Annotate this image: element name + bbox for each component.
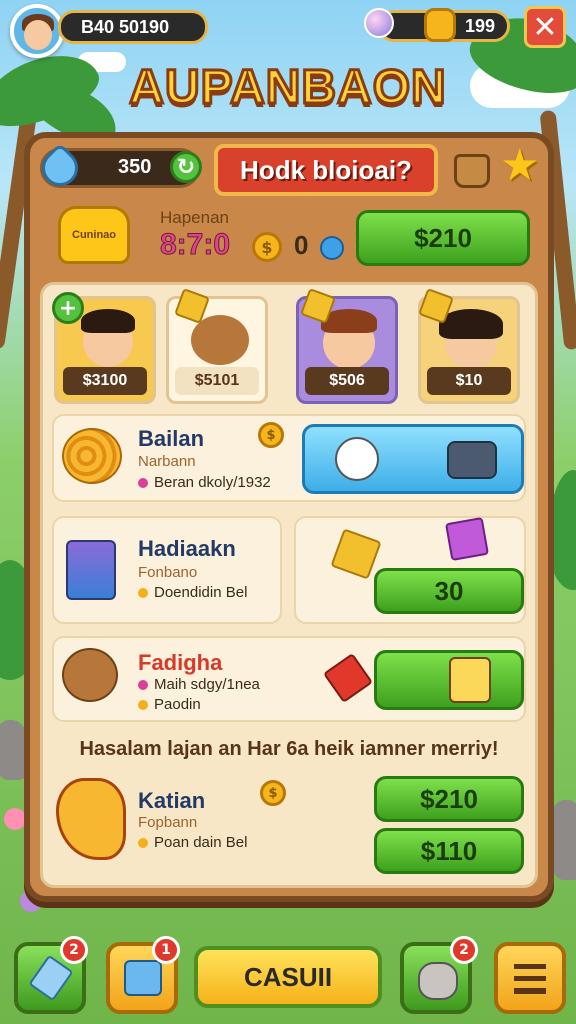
offer-buy-label: 30	[434, 575, 464, 606]
offer-subtitle: Maih sdgy/1nea	[138, 676, 260, 693]
promo-banner-text: Hasalam lajan an Har 6a heik iamner merr…	[79, 738, 499, 760]
offer-buy-label: $210	[420, 783, 478, 814]
buy-price-label: $210	[414, 222, 472, 253]
star-badge: Cuninao	[58, 206, 130, 264]
toast-character-icon	[449, 657, 491, 703]
close-button[interactable]: ✕	[524, 6, 566, 48]
coin-small-value: 0	[294, 230, 309, 260]
basket-icon[interactable]	[454, 154, 490, 188]
offer-subtitle-text: Maih sdgy/1nea	[154, 676, 260, 693]
coin-icon: $	[252, 232, 282, 262]
character-hair	[439, 309, 503, 339]
coin-icon: $	[258, 422, 284, 448]
offer-subtitle: Fopbann	[138, 814, 198, 831]
robot-icon	[124, 960, 162, 996]
offer-title: Hadiaakn	[138, 536, 236, 561]
offer-note-text: Beran dkoly/1932	[154, 474, 271, 491]
pet-cat-icon	[418, 962, 458, 1000]
energy-value: 350	[118, 156, 152, 178]
yellow-dot-icon	[138, 700, 148, 711]
player-avatar[interactable]	[10, 4, 64, 58]
camera-icon	[447, 441, 497, 479]
avatar-face	[24, 20, 52, 50]
offer-buy-button[interactable]: $110	[374, 828, 524, 874]
yellow-dot-icon	[138, 588, 148, 599]
offer-buy-label: $110	[420, 835, 478, 866]
gem-icon	[364, 8, 394, 38]
offer-subtitle: Narbann	[138, 453, 196, 470]
game-title: AUPANBAON	[128, 60, 447, 116]
snail-shell-icon	[62, 428, 122, 484]
flower	[4, 808, 26, 830]
character-price: $506	[305, 367, 389, 395]
buy-price-button[interactable]: $210	[356, 210, 530, 266]
offer-note: Beran dkoly/1932	[138, 474, 271, 491]
coin-icon: $	[260, 780, 286, 806]
add-character-button[interactable]: +	[52, 292, 84, 324]
offer-buy-button[interactable]: 30	[374, 568, 524, 614]
character-price: $10	[427, 367, 511, 395]
pink-dot-icon	[138, 680, 148, 691]
offer-note: Doendidin Bel	[138, 584, 247, 601]
nav-center-label: CASUII	[243, 961, 333, 992]
offer-title: Fadigha	[138, 650, 223, 675]
notification-badge: 2	[450, 936, 478, 964]
offer-note: Poan dain Bel	[138, 834, 247, 851]
player-id-bar: B40 50190	[58, 10, 208, 44]
star-icon[interactable]: ★	[500, 140, 539, 191]
offer-buy-button[interactable]: $210	[374, 776, 524, 822]
timer-label: Hapenan	[160, 208, 230, 227]
offer-note: Paodin	[138, 696, 201, 713]
add-energy-button[interactable]: ↻	[170, 151, 202, 183]
character-hair	[81, 309, 135, 333]
pet-dog-icon	[62, 648, 118, 702]
notification-badge: 1	[152, 936, 180, 964]
offer-title: Bailan	[138, 426, 205, 451]
menu-icon	[514, 964, 546, 994]
yellow-dot-icon	[138, 838, 148, 849]
gems-count: 199	[464, 15, 495, 36]
tools-icon	[66, 540, 116, 600]
offer-note-text: Poan dain Bel	[154, 834, 248, 851]
notification-badge: 2	[60, 936, 88, 964]
pet-icon	[335, 437, 379, 481]
nav-menu-button[interactable]	[494, 942, 566, 1014]
timer-value: 8:7:0	[159, 228, 231, 262]
gift-box-icon	[444, 516, 490, 562]
offer-title: Katian	[138, 788, 206, 813]
coin-stack-icon	[424, 8, 456, 42]
offer-buy-button[interactable]	[374, 650, 524, 710]
red-action-button[interactable]: Hodk bloioai?	[214, 144, 438, 196]
star-badge-label: Cuninao	[72, 229, 116, 241]
character-price: $3100	[63, 367, 147, 395]
pink-dot-icon	[138, 478, 148, 489]
blue-promo-button[interactable]	[302, 424, 524, 494]
offer-subtitle: Fonbano	[138, 564, 198, 581]
offer-note-text: Paodin	[154, 696, 201, 713]
blue-token-icon	[320, 236, 344, 260]
player-id-text: B40 50190	[81, 16, 170, 37]
offer-note-text: Doendidin Bel	[154, 584, 248, 601]
character-price: $5101	[175, 367, 259, 395]
nav-center-button[interactable]: CASUII	[194, 946, 382, 1008]
